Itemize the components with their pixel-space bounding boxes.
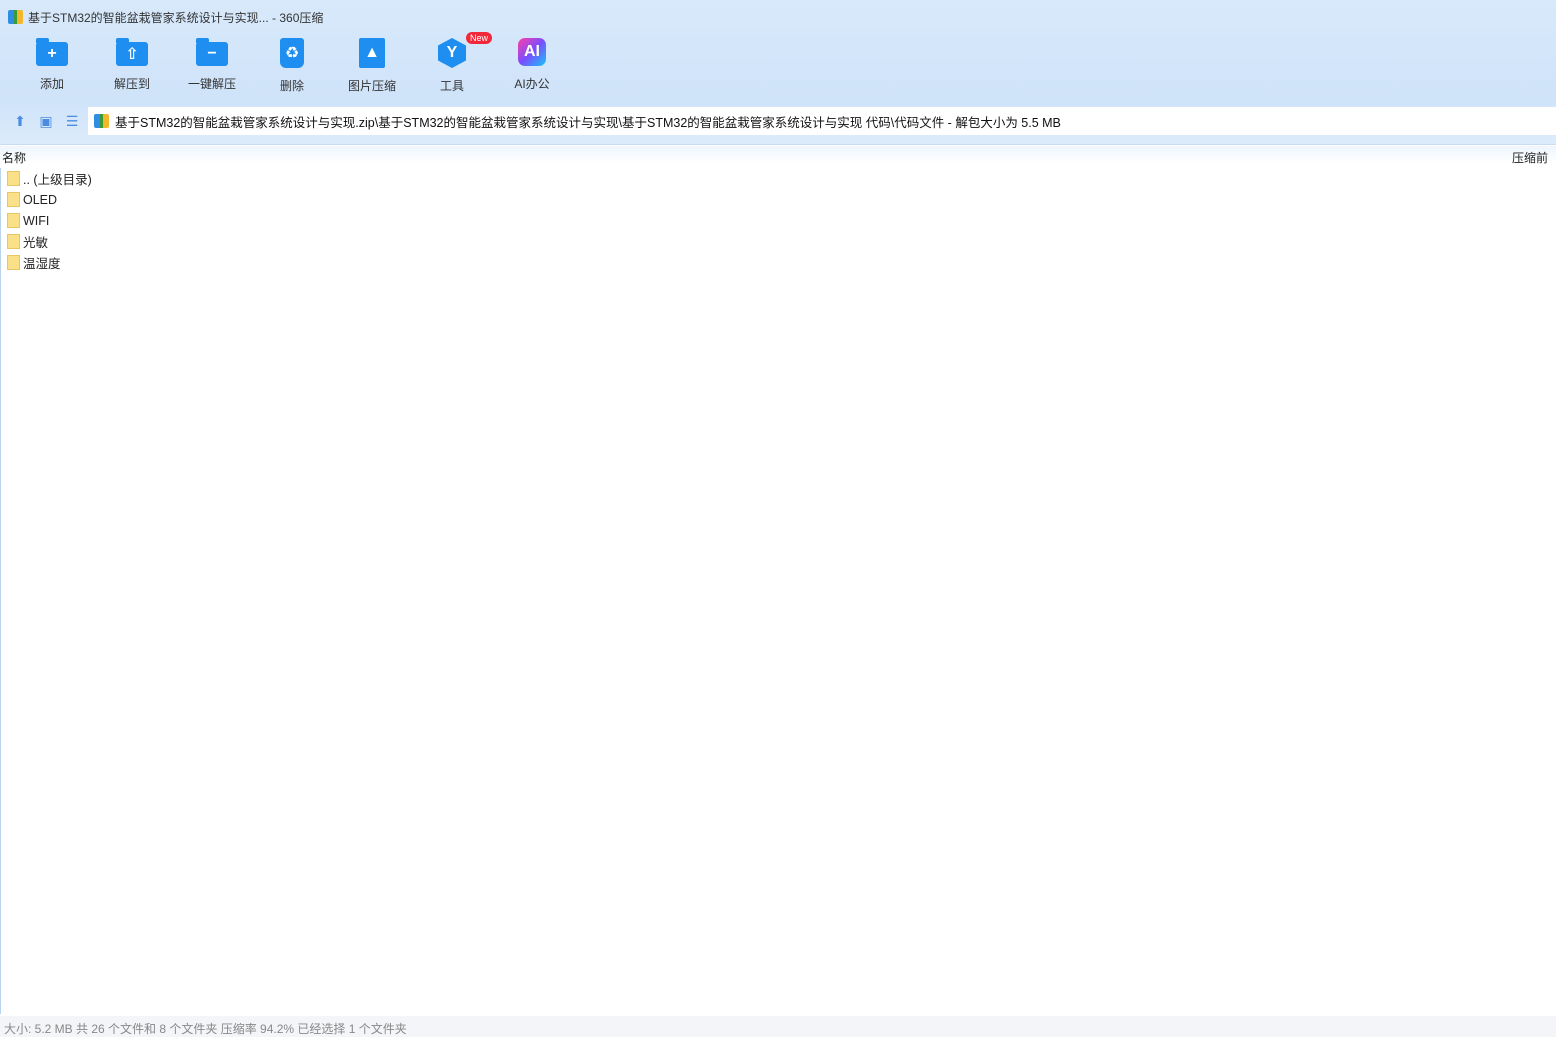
column-uncompressed-size[interactable]: 压缩前: [1512, 149, 1548, 166]
item-label: OLED: [23, 192, 58, 207]
column-name[interactable]: 名称: [2, 149, 26, 166]
folder-icon: [7, 213, 20, 228]
folder-icon: [7, 192, 20, 207]
item-label: WIFI: [23, 213, 50, 228]
list-item[interactable]: OLED: [1, 189, 1556, 210]
tools-icon: Y: [438, 38, 466, 68]
extract-to-label: 解压到: [113, 77, 150, 91]
image-compress-button[interactable]: ▲ 图片压缩: [332, 38, 412, 94]
zip-file-icon: [94, 114, 109, 128]
top-bar: 基于STM32的智能盆栽管家系统设计与实现... - 360压缩 + 添加 ⇧ 解压…: [0, 0, 1556, 145]
window-title: 基于STM32的智能盆栽管家系统设计与实现... - 360压缩: [28, 10, 324, 25]
column-header: 名称 压缩前: [0, 146, 1556, 166]
list-view-icon[interactable]: ☰: [59, 113, 85, 130]
list-item-parent-directory[interactable]: .. (上级目录): [1, 168, 1556, 189]
ai-office-button[interactable]: AI AI办公: [492, 38, 572, 94]
tools-button[interactable]: Y 工具: [412, 38, 492, 94]
one-click-extract-label: 一键解压: [187, 77, 236, 91]
ai-office-icon: AI: [518, 38, 546, 66]
title-bar: 基于STM32的智能盆栽管家系统设计与实现... - 360压缩: [8, 8, 323, 26]
file-list: .. (上级目录) OLED WIFI 光敏 温湿度: [0, 168, 1556, 1014]
one-click-extract-icon: −: [196, 38, 228, 66]
image-compress-label: 图片压缩: [347, 79, 396, 93]
one-click-extract-button[interactable]: − 一键解压: [172, 38, 252, 94]
tools-label: 工具: [439, 79, 464, 93]
recycle-bin-icon: ♻: [280, 38, 304, 68]
address-path: 基于STM32的智能盆栽管家系统设计与实现.zip\基于STM32的智能盆栽管家…: [115, 115, 1061, 130]
item-label: .. (上级目录): [23, 173, 92, 187]
folder-icon: [7, 255, 20, 270]
ai-office-label: AI办公: [514, 77, 550, 91]
delete-label: 删除: [279, 79, 304, 93]
item-label: 温湿度: [23, 257, 61, 271]
image-compress-icon: ▲: [359, 38, 385, 68]
new-badge: New: [466, 32, 493, 44]
list-item[interactable]: 光敏: [1, 231, 1556, 252]
add-folder-icon: +: [36, 38, 68, 66]
navigation-bar: ⬆ ▣ ☰ 基于STM32的智能盆栽管家系统设计与实现.zip\基于STM32的…: [0, 106, 1556, 136]
extract-to-icon: ⇧: [116, 38, 148, 66]
toolbar: + 添加 ⇧ 解压到 − 一键解压 ♻ 删除 ▲ 图片压缩 Y 工具 AI AI办公 New: [12, 32, 572, 94]
item-label: 光敏: [23, 236, 49, 250]
app-zip-icon: [8, 10, 23, 24]
delete-button[interactable]: ♻ 删除: [252, 38, 332, 94]
status-bar: 大小: 5.2 MB 共 26 个文件和 8 个文件夹 压缩率 94.2% 已经…: [0, 1016, 1556, 1037]
folder-icon: [7, 171, 20, 186]
list-item[interactable]: WIFI: [1, 210, 1556, 231]
thumbnail-view-icon[interactable]: ▣: [33, 113, 59, 130]
list-item[interactable]: 温湿度: [1, 252, 1556, 273]
add-label: 添加: [39, 77, 64, 91]
folder-icon: [7, 234, 20, 249]
address-bar[interactable]: 基于STM32的智能盆栽管家系统设计与实现.zip\基于STM32的智能盆栽管家…: [88, 107, 1556, 135]
add-button[interactable]: + 添加: [12, 38, 92, 94]
extract-to-button[interactable]: ⇧ 解压到: [92, 38, 172, 94]
up-arrow-icon[interactable]: ⬆: [7, 113, 33, 130]
